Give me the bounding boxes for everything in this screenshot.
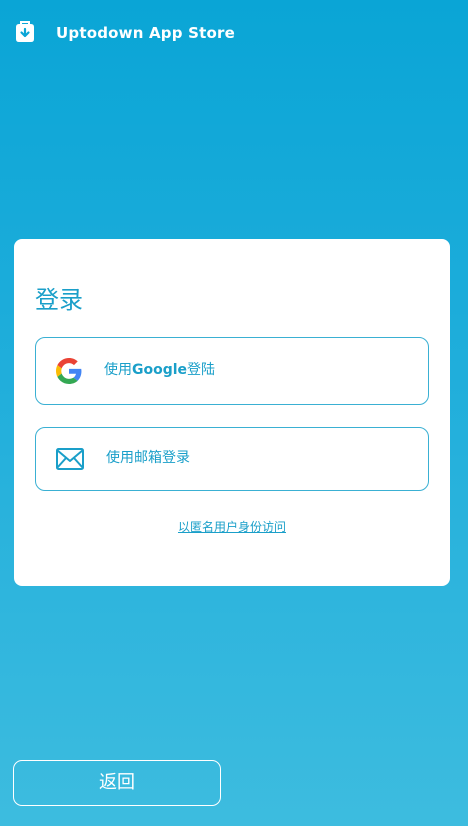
uptodown-logo-icon <box>16 21 34 42</box>
google-g-icon <box>56 358 82 384</box>
app-header: Uptodown App Store <box>0 0 468 66</box>
google-login-button[interactable]: 使用Google登陆 <box>35 337 429 405</box>
google-login-label: 使用Google登陆 <box>104 362 216 378</box>
email-login-button[interactable]: 使用邮箱登录 <box>35 427 429 491</box>
envelope-icon <box>56 448 84 470</box>
email-login-label: 使用邮箱登录 <box>106 450 190 466</box>
back-button[interactable]: 返回 <box>13 760 221 806</box>
login-card: 登录 使用Google登陆 使用邮箱登录 以匿名用户身份访问 <box>14 239 450 586</box>
login-title: 登录 <box>35 286 83 314</box>
anonymous-access-link[interactable]: 以匿名用户身份访问 <box>14 518 450 536</box>
app-title: Uptodown App Store <box>56 24 235 42</box>
